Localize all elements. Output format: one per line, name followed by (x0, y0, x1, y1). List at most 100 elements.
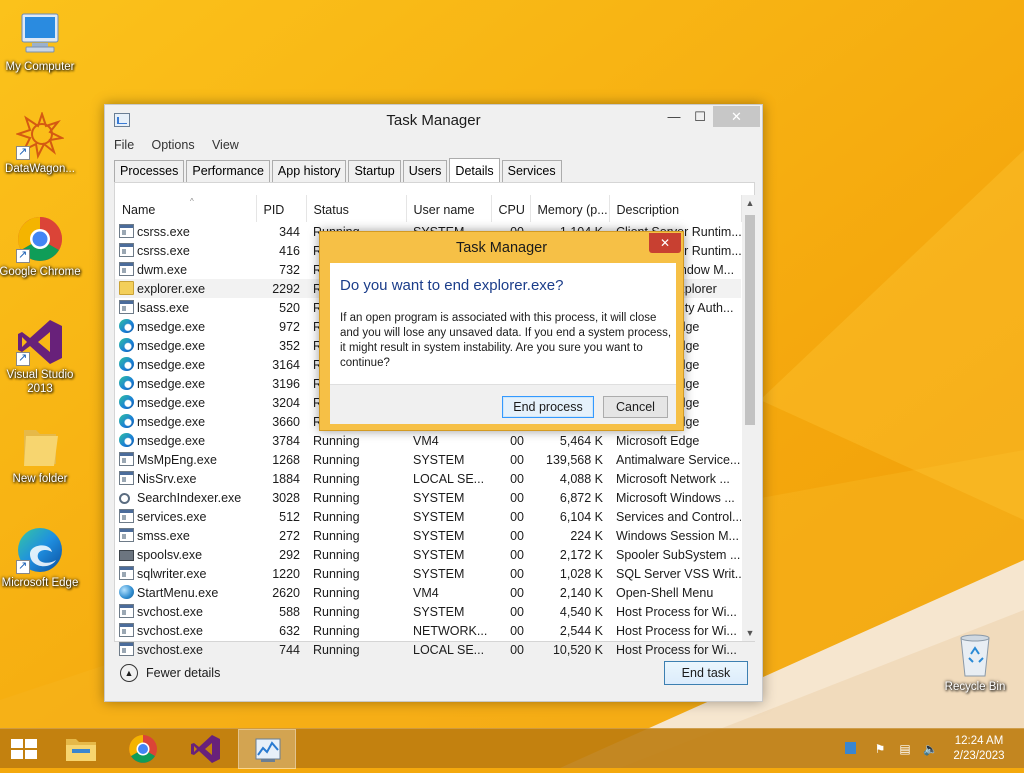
process-edge-icon (119, 357, 134, 371)
process-user: LOCAL SE... (413, 642, 485, 657)
tab-details[interactable]: Details (449, 158, 500, 183)
column-header-name[interactable]: ^ Name (115, 195, 257, 222)
process-pid: 3196 (272, 376, 300, 391)
action-center-icon[interactable] (845, 742, 856, 754)
desktop-icon-label: My Computer (5, 61, 75, 73)
table-row[interactable]: MsMpEng.exe 1268 Running SYSTEM 00 139,568 K A… (115, 450, 741, 469)
table-row[interactable]: smss.exe 272 Running SYSTEM 00 224 K Windows S… (115, 526, 741, 545)
start-button[interactable] (0, 729, 48, 769)
menu-view[interactable]: View (212, 138, 239, 152)
table-row[interactable]: StartMenu.exe 2620 Running VM4 00 2,140 K Open… (115, 583, 741, 602)
process-name: NisSrv.exe (137, 472, 197, 486)
column-header-pid[interactable]: PID (256, 195, 307, 222)
flag-icon[interactable]: ⚑ (873, 742, 887, 756)
desktop-icon-datawagon[interactable]: DataWagon... (0, 110, 81, 176)
desktop-icon-google-chrome[interactable]: Google Chrome (0, 215, 81, 279)
network-icon[interactable]: ▤ (898, 742, 912, 756)
vertical-scrollbar[interactable]: ▲ ▼ (742, 195, 758, 641)
taskbar-file-explorer[interactable] (52, 729, 110, 769)
column-header-memory[interactable]: Memory (p... (530, 195, 610, 222)
table-row[interactable]: svchost.exe 744 Running LOCAL SE... 00 10,520… (115, 640, 741, 659)
table-row[interactable]: svchost.exe 588 Running SYSTEM 00 4,540 K Host… (115, 602, 741, 621)
scroll-down-arrow-icon[interactable]: ▼ (742, 625, 758, 641)
process-name: sqlwriter.exe (137, 567, 207, 581)
dialog-heading: Do you want to end explorer.exe? (340, 277, 564, 294)
table-row[interactable]: sqlwriter.exe 1220 Running SYSTEM 00 1,028 K S… (115, 564, 741, 583)
process-memory: 1,028 K (559, 566, 603, 581)
tab-services[interactable]: Services (501, 160, 562, 182)
computer-icon (16, 10, 64, 58)
process-user: VM4 (413, 585, 439, 600)
process-pid: 512 (279, 509, 300, 524)
process-exe-icon (119, 623, 134, 637)
table-row[interactable]: svchost.exe 632 Running NETWORK... 00 2,544 K… (115, 621, 741, 640)
process-description: Microsoft Edge (616, 433, 700, 448)
volume-icon[interactable]: 🔈 (923, 742, 938, 756)
process-pid: 588 (279, 604, 300, 619)
menu-file[interactable]: File (114, 138, 134, 152)
end-process-dialog[interactable]: Task Manager ✕ Do you want to end explor… (319, 231, 684, 431)
taskbar-visual-studio[interactable] (176, 729, 234, 769)
process-description: Spooler SubSystem ... (616, 547, 741, 562)
process-memory: 2,140 K (559, 585, 603, 600)
process-name: msedge.exe (137, 396, 206, 410)
chrome-icon (16, 215, 64, 263)
process-cpu: 00 (510, 528, 524, 543)
column-header-description[interactable]: Description (609, 195, 742, 222)
table-row[interactable]: NisSrv.exe 1884 Running LOCAL SE... 00 4,088 … (115, 469, 741, 488)
dialog-close-button[interactable]: ✕ (649, 233, 681, 253)
end-process-button[interactable]: End process (502, 396, 594, 418)
title-bar[interactable]: Task Manager — ☐ ✕ (105, 105, 762, 136)
table-row[interactable]: services.exe 512 Running SYSTEM 00 6,104 K Ser… (115, 507, 741, 526)
process-description: Microsoft Windows ... (616, 490, 735, 505)
process-status: Running (313, 623, 360, 638)
process-exe-icon (119, 566, 134, 580)
end-task-button[interactable]: End task (664, 661, 748, 685)
desktop-icon-microsoft-edge[interactable]: Microsoft Edge (0, 526, 81, 590)
taskbar-task-manager[interactable] (238, 729, 296, 769)
tab-startup[interactable]: Startup (348, 160, 401, 182)
process-name: StartMenu.exe (137, 586, 219, 600)
table-row[interactable]: SearchIndexer.exe 3028 Running SYSTEM 00 6,87… (115, 488, 741, 507)
process-status: Running (313, 490, 360, 505)
minimize-button[interactable]: — (661, 106, 687, 127)
cancel-button[interactable]: Cancel (603, 396, 668, 418)
column-header-user-name[interactable]: User name (406, 195, 492, 222)
process-edge-icon (119, 376, 134, 390)
column-header-cpu[interactable]: CPU (491, 195, 531, 222)
taskbar-google-chrome[interactable] (114, 729, 172, 769)
process-memory: 2,172 K (559, 547, 603, 562)
taskbar-clock[interactable]: 12:24 AM 2/23/2023 (944, 734, 1014, 764)
fewer-details-label: Fewer details (146, 666, 221, 680)
process-name: lsass.exe (137, 301, 190, 315)
process-exe-icon (119, 262, 134, 276)
tab-performance[interactable]: Performance (186, 160, 270, 182)
close-button[interactable]: ✕ (713, 106, 760, 127)
scroll-up-arrow-icon[interactable]: ▲ (742, 195, 758, 211)
dialog-body: Do you want to end explorer.exe? If an o… (330, 263, 676, 424)
tab-users[interactable]: Users (402, 160, 448, 182)
desktop-icon-new-folder[interactable]: New folder (0, 422, 81, 486)
tab-app-history[interactable]: App history (271, 160, 347, 182)
table-row[interactable]: spoolsv.exe 292 Running SYSTEM 00 2,172 K Spoo… (115, 545, 741, 564)
process-name-cell: msedge.exe (115, 355, 256, 374)
process-status: Running (313, 585, 360, 600)
fewer-details-toggle[interactable]: ▲ Fewer details (120, 663, 220, 683)
menu-options[interactable]: Options (152, 138, 195, 152)
process-memory: 224 K (570, 528, 603, 543)
process-name: msedge.exe (137, 415, 206, 429)
process-search-icon (119, 492, 130, 504)
process-user: SYSTEM (413, 604, 465, 619)
desktop-icon-my-computer[interactable]: My Computer (0, 10, 81, 74)
column-header-status[interactable]: Status (306, 195, 407, 222)
tab-processes[interactable]: Processes (114, 160, 185, 182)
process-name-cell: sqlwriter.exe (115, 564, 256, 583)
process-name-cell: svchost.exe (115, 640, 256, 659)
desktop-icon-visual-studio[interactable]: Visual Studio 2013 (0, 318, 81, 396)
desktop-icon-recycle-bin[interactable]: Recycle Bin (934, 630, 1016, 694)
scroll-thumb[interactable] (745, 215, 755, 425)
table-row[interactable]: msedge.exe 3784 Running VM4 00 5,464 K Microso… (115, 431, 741, 450)
maximize-button[interactable]: ☐ (687, 106, 713, 127)
process-exe-icon (119, 224, 134, 238)
dialog-message: If an open program is associated with th… (340, 312, 672, 369)
